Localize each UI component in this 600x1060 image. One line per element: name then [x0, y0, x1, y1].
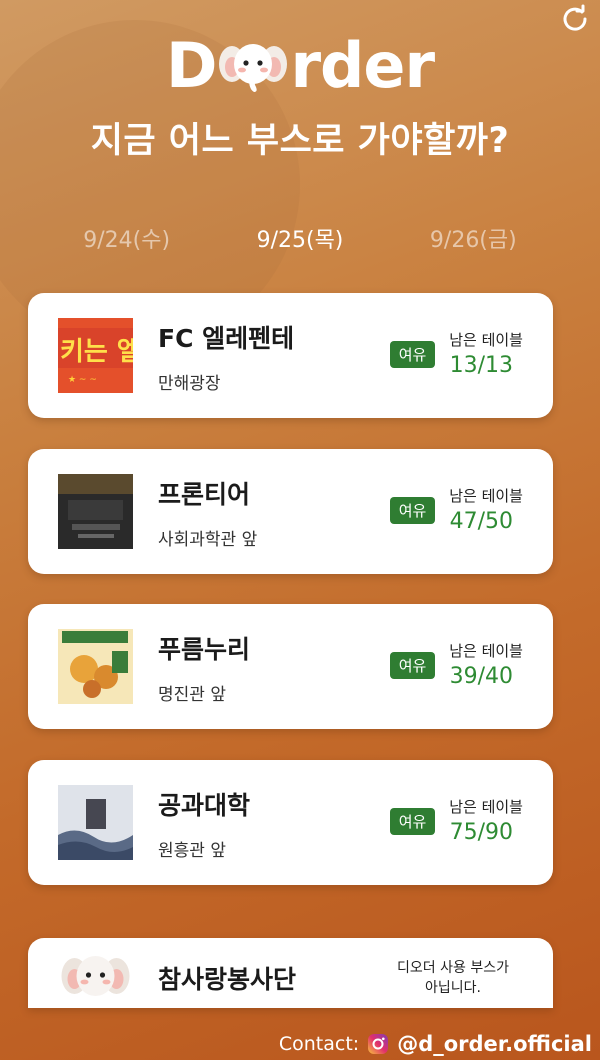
date-tabs: 9/24(수) 9/25(목) 9/26(금) — [0, 222, 600, 253]
remaining-label: 남은 테이블 — [449, 642, 523, 660]
logo-text-left: D — [165, 28, 217, 102]
remaining-count: 75/90 — [449, 820, 513, 845]
booth-name: FC 엘레펜테 — [158, 324, 295, 353]
booth-name: 공과대학 — [158, 791, 251, 820]
svg-text:키는 엘: 키는 엘 — [60, 337, 133, 367]
notice-line-1: 디오더 사용 부스가 — [397, 960, 509, 976]
instagram-icon[interactable] — [367, 1033, 389, 1055]
elephant-mascot-icon — [219, 44, 288, 92]
instagram-handle-link[interactable]: @d_order.official — [397, 1032, 592, 1056]
svg-text:★ ~ ~: ★ ~ ~ — [68, 375, 97, 385]
status-badge: 여유 — [390, 652, 435, 679]
app-logo: D rder — [0, 28, 600, 102]
remaining-count: 47/50 — [449, 509, 513, 534]
booth-name: 프론티어 — [158, 480, 251, 509]
elephant-mascot-icon — [61, 956, 130, 996]
booth-thumbnail — [58, 946, 133, 1021]
booth-name: 참사랑봉사단 — [158, 965, 297, 994]
page-headline: 지금 어느 부스로 가야할까? — [90, 121, 510, 161]
booth-location: 사회과학관 앞 — [158, 530, 258, 550]
booth-thumbnail — [58, 629, 133, 704]
booth-location: 원흥관 앞 — [158, 841, 226, 861]
booth-card-frontier[interactable]: 프론티어 사회과학관 앞 여유 남은 테이블 47/50 — [28, 449, 553, 574]
booth-card-fc-elefante[interactable]: 키는 엘 ★ ~ ~ FC 엘레펜테 만해광장 여유 남은 테이블 13/13 — [28, 293, 553, 418]
booth-location: 명진관 앞 — [158, 685, 226, 705]
booth-thumbnail: 키는 엘 ★ ~ ~ — [58, 318, 133, 393]
remaining-count: 13/13 — [449, 353, 513, 378]
date-tab-0924[interactable]: 9/24(수) — [83, 222, 170, 253]
booth-card-chamsarang[interactable]: 참사랑봉사단 디오더 사용 부스가 아닙니다. — [28, 938, 553, 1008]
non-dorder-notice: 디오더 사용 부스가 아닙니다. — [383, 958, 523, 998]
booth-location: 만해광장 — [158, 374, 221, 394]
booth-thumbnail — [58, 785, 133, 860]
booth-card-engineering[interactable]: 공과대학 원흥관 앞 여유 남은 테이블 75/90 — [28, 760, 553, 885]
remaining-label: 남은 테이블 — [449, 331, 523, 349]
remaining-label: 남은 테이블 — [449, 798, 523, 816]
booth-thumbnail — [58, 474, 133, 549]
status-badge: 여유 — [390, 341, 435, 368]
contact-footer: Contact: @d_order.official — [279, 1032, 592, 1056]
booth-name: 푸름누리 — [158, 635, 251, 664]
status-badge: 여유 — [390, 808, 435, 835]
contact-label: Contact: — [278, 1033, 360, 1055]
date-tab-0926[interactable]: 9/26(금) — [430, 222, 517, 253]
logo-text-right: rder — [290, 28, 435, 102]
remaining-label: 남은 테이블 — [449, 487, 523, 505]
remaining-count: 39/40 — [449, 664, 513, 689]
date-tab-0925[interactable]: 9/25(목) — [257, 222, 344, 253]
notice-line-2: 아닙니다. — [425, 980, 481, 996]
status-badge: 여유 — [390, 497, 435, 524]
booth-card-pureumnuri[interactable]: 푸름누리 명진관 앞 여유 남은 테이블 39/40 — [28, 604, 553, 729]
